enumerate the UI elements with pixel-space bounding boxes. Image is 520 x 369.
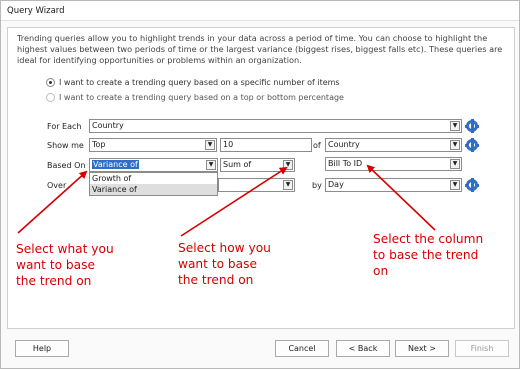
annotation-arrows [17, 164, 436, 237]
annotation-left-line: the trend on [16, 274, 92, 288]
annotation-left: Select what you want to base the trend o… [16, 241, 114, 289]
cancel-button[interactable]: Cancel [275, 340, 329, 357]
arrow-to-aggregate [180, 166, 288, 237]
arrow-to-measure [17, 170, 88, 234]
annotation-right-line: to base the trend [373, 248, 479, 262]
finish-button[interactable]: Finish [455, 340, 509, 357]
help-button[interactable]: Help [15, 340, 69, 357]
annotation-left-line: Select what you [16, 242, 114, 256]
annotation-right-line: on [373, 264, 389, 278]
annotation-left-line: want to base [16, 258, 95, 272]
annotation-middle: Select how you want to base the trend on [178, 240, 271, 288]
next-button[interactable]: Next > [395, 340, 449, 357]
annotation-middle-line: want to base [178, 257, 257, 271]
back-button[interactable]: < Back [336, 340, 390, 357]
annotation-middle-line: Select how you [178, 241, 271, 255]
arrow-to-column [366, 164, 436, 231]
annotation-middle-line: the trend on [178, 273, 254, 287]
annotation-right-line: Select the column [373, 232, 484, 246]
annotation-right: Select the column to base the trend on [373, 231, 483, 279]
